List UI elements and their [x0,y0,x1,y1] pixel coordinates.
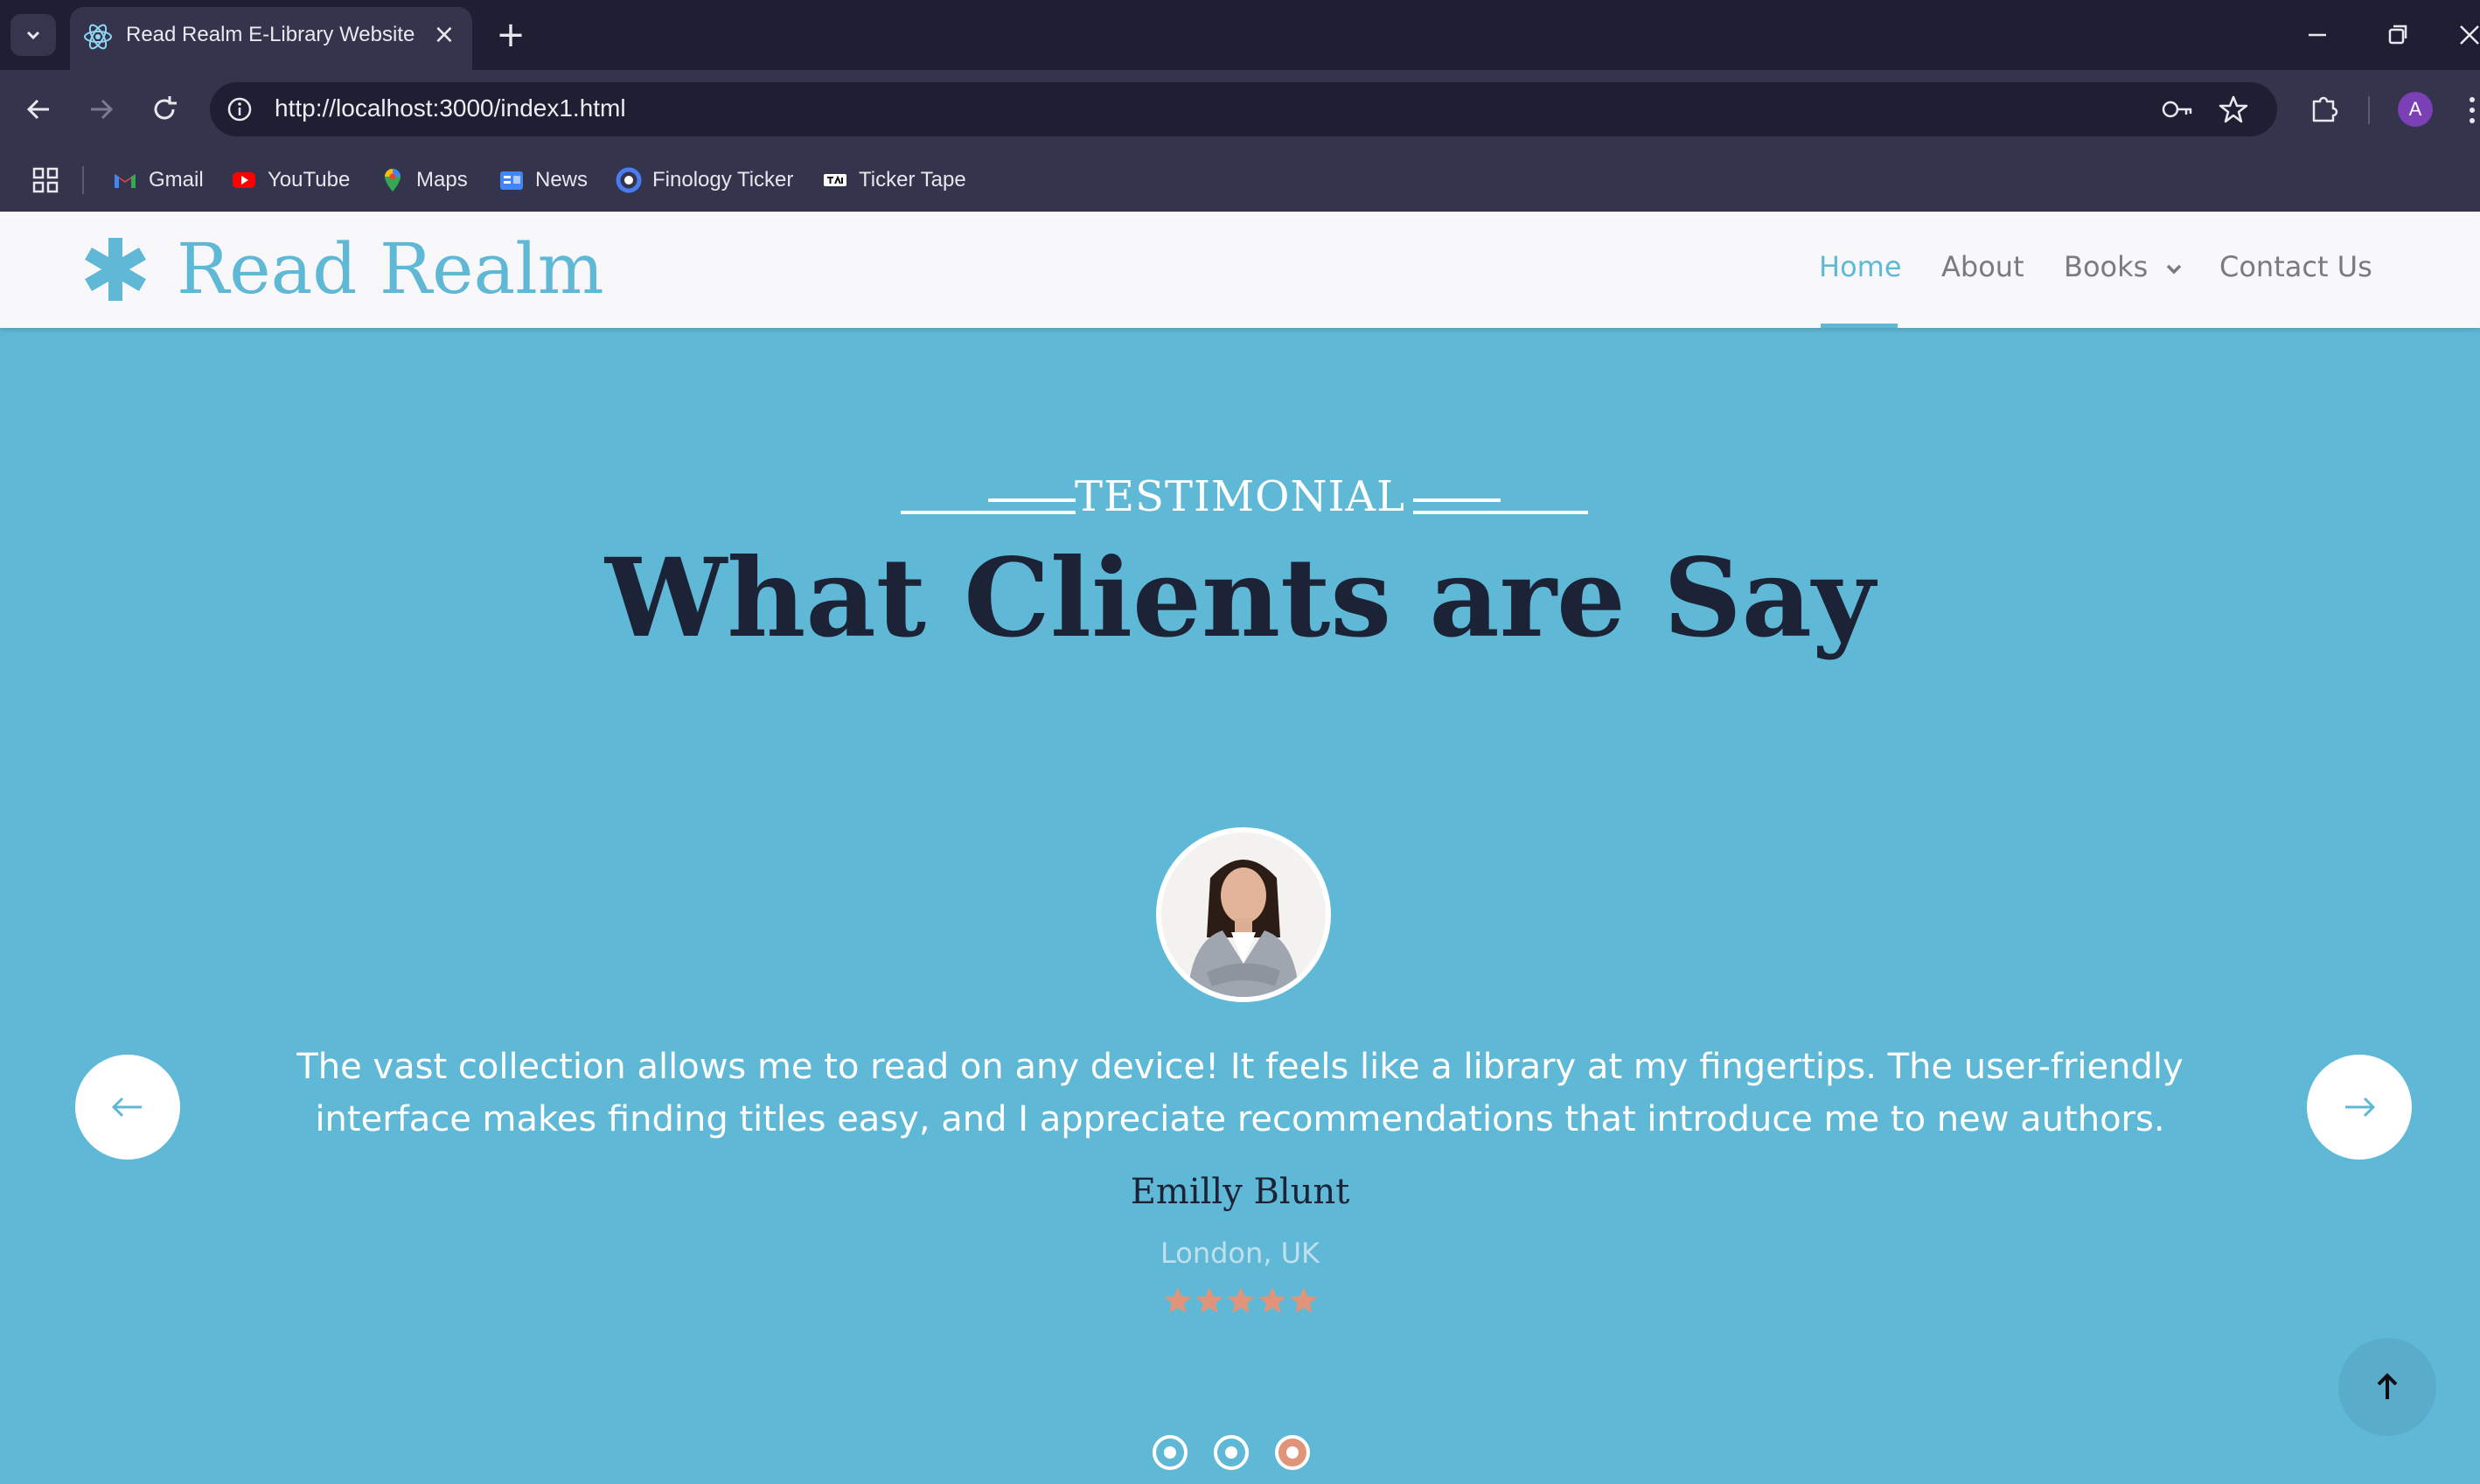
carousel-dot-marker [1225,1446,1237,1459]
browser-tab[interactable]: Read Realm E-Library Website × [70,7,472,70]
arrow-left-icon [111,1097,142,1118]
chevron-down-icon [2167,264,2182,275]
nav-contact[interactable]: Contact Us [2219,250,2372,283]
bookmark-label: Gmail [149,168,204,192]
carousel-prev-button[interactable] [75,1055,180,1160]
react-icon [84,24,112,50]
tab-search-button[interactable] [10,14,56,56]
star-icon [1164,1287,1192,1313]
bookmark-label: Maps [416,168,468,192]
extensions-icon[interactable] [2305,89,2344,128]
finology-icon [616,167,642,193]
client-location: London, UK [1160,1237,1320,1270]
bookmark-label: YouTube [268,168,351,192]
carousel-dot-3-active[interactable] [1275,1435,1310,1470]
bookmark-label: Ticker Tape [859,168,966,192]
tickertape-icon [824,174,846,186]
star-icon [1195,1287,1223,1313]
news-icon [500,171,523,190]
address-bar[interactable]: http://localhost:3000/index1.html [210,82,2277,136]
apps-grid-icon[interactable] [31,166,59,194]
section-eyebrow: TESTIMONIAL [1075,472,1405,521]
site-header: Read Realm Home About Books Contact Us [0,212,2480,328]
carousel-dot-1[interactable] [1153,1435,1188,1470]
arrow-up-icon [2377,1373,2398,1399]
site-info-icon[interactable] [226,95,254,123]
arrow-right-icon [2345,1097,2376,1118]
password-key-icon[interactable] [2160,94,2195,124]
bookmark-maps[interactable]: Maps [380,161,468,199]
eyebrow-line-right-short [1413,498,1501,502]
url-text: http://localhost:3000/index1.html [275,94,626,122]
restore-icon[interactable] [2379,16,2417,54]
youtube-icon [233,172,255,188]
bookmarks-bar: Gmail YouTube Maps News Finology Ticker … [0,149,2480,212]
browser-tab-bar: Read Realm E-Library Website × + [0,0,2480,70]
carousel-dot-marker [1164,1446,1176,1459]
eyebrow-line-right [1413,511,1588,514]
maps-icon [385,169,401,192]
carousel-dot-marker [1286,1446,1299,1459]
new-tab-button[interactable]: + [491,16,530,54]
client-photo [1161,833,1326,997]
toolbar-divider [2368,96,2370,124]
bookmark-label: News [535,168,589,192]
close-window-icon[interactable] [2450,16,2480,54]
bookmark-tickertape[interactable]: Ticker Tape [822,161,966,199]
client-avatar [1156,827,1331,1002]
active-nav-indicator [1821,324,1898,328]
brand-name[interactable]: Read Realm [177,229,604,310]
star-icon [1227,1287,1255,1313]
tab-close-icon[interactable]: × [428,19,460,51]
profile-avatar[interactable]: A [2398,92,2433,127]
bookmark-news[interactable]: News [498,161,588,199]
bookmark-youtube[interactable]: YouTube [231,161,350,199]
nav-about[interactable]: About [1941,250,2024,283]
tab-title: Read Realm E-Library Website [126,23,415,46]
minimize-icon[interactable] [2298,16,2337,54]
client-name: Emilly Blunt [1130,1172,1350,1212]
gmail-icon [115,174,136,188]
testimonial-quote: The vast collection allows me to read on… [296,1047,2184,1139]
bookmark-label: Finology Ticker [652,168,794,192]
bookmark-gmail[interactable]: Gmail [112,161,204,199]
nav-books-label: Books [2064,250,2149,283]
star-icon [1290,1287,1318,1313]
section-headline: What Clients are Say [604,535,1876,662]
bookmarks-divider [82,166,84,194]
rating-stars [1163,1285,1320,1320]
back-arrow-icon[interactable] [17,88,59,130]
back-to-top-button[interactable] [2338,1338,2436,1436]
star-icon [1258,1287,1286,1313]
browser-toolbar: http://localhost:3000/index1.html A [0,70,2480,149]
bookmark-star-icon[interactable] [2218,94,2249,125]
forward-arrow-icon[interactable] [80,88,122,130]
nav-home[interactable]: Home [1819,250,1902,283]
asterisk-logo-icon[interactable] [80,234,150,304]
chevron-down-icon [26,31,40,40]
carousel-next-button[interactable] [2307,1055,2412,1160]
bookmark-finology[interactable]: Finology Ticker [616,161,793,199]
nav-books[interactable]: Books [2064,250,2184,283]
reload-icon[interactable] [143,88,185,130]
carousel-dot-2[interactable] [1214,1435,1249,1470]
more-menu-icon[interactable] [2466,94,2478,126]
